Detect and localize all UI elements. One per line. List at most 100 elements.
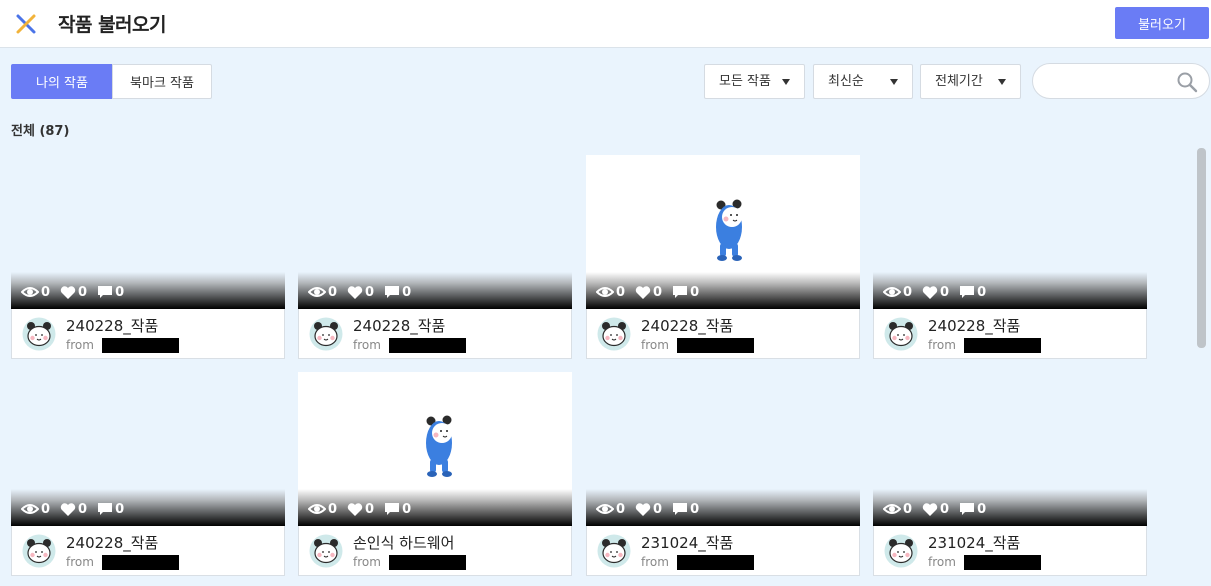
load-button[interactable]: 불러오기: [1115, 7, 1209, 39]
work-card[interactable]: 0 0 0 손인식 하드웨어 from: [298, 372, 572, 576]
redacted-author: [677, 555, 754, 570]
avatar: [309, 534, 343, 568]
comments-count: 0: [690, 284, 700, 300]
eye-icon: [308, 287, 326, 297]
caret-down-icon: [782, 79, 790, 85]
work-stats: 0 0 0: [596, 282, 709, 302]
comment-icon: [385, 503, 400, 515]
work-title: 240228_작품: [641, 317, 734, 335]
comment-icon: [98, 503, 113, 515]
work-from-label: from: [353, 338, 381, 352]
work-info: 손인식 하드웨어 from: [298, 526, 572, 576]
eye-icon: [883, 504, 901, 514]
likes-count: 0: [940, 501, 950, 517]
work-card[interactable]: 0 0 0 240228_작품 from: [11, 155, 285, 359]
work-card[interactable]: 0 0 0 240228_작품 from: [873, 155, 1147, 359]
work-title: 240228_작품: [66, 317, 159, 335]
work-title: 손인식 하드웨어: [353, 534, 455, 552]
kind-filter-dropdown[interactable]: 모든 작품: [704, 64, 805, 99]
avatar: [884, 317, 918, 351]
character-image: [425, 415, 453, 478]
heart-icon: [347, 502, 363, 516]
comments-count: 0: [402, 501, 412, 517]
redacted-author: [389, 555, 466, 570]
work-info: 240228_작품 from: [586, 309, 860, 359]
work-from-label: from: [928, 338, 956, 352]
likes-count: 0: [653, 284, 663, 300]
views-count: 0: [41, 284, 51, 300]
views-count: 0: [903, 284, 913, 300]
work-card[interactable]: 0 0 0 231024_작품 from: [873, 372, 1147, 576]
scrollbar[interactable]: [1197, 148, 1206, 348]
work-from-label: from: [66, 338, 94, 352]
comment-icon: [960, 286, 975, 298]
kind-filter-label: 모든 작품: [719, 74, 771, 89]
avatar: [597, 534, 631, 568]
comment-icon: [960, 503, 975, 515]
comments-count: 0: [402, 284, 412, 300]
views-count: 0: [903, 501, 913, 517]
period-dropdown[interactable]: 전체기간: [920, 64, 1021, 99]
work-card[interactable]: 0 0 0 240228_작품 from: [586, 155, 860, 359]
period-label: 전체기간: [935, 74, 983, 89]
work-stats: 0 0 0: [308, 499, 421, 519]
header-bar: 작품 불러오기 불러오기: [0, 0, 1211, 48]
work-title: 240228_작품: [353, 317, 446, 335]
comments-count: 0: [115, 284, 125, 300]
comments-count: 0: [977, 284, 987, 300]
heart-icon: [635, 502, 651, 516]
avatar: [22, 317, 56, 351]
work-from-label: from: [641, 338, 669, 352]
work-card[interactable]: 0 0 0 240228_작품 from: [298, 155, 572, 359]
tab-my-works[interactable]: 나의 작품: [11, 64, 113, 99]
eye-icon: [21, 287, 39, 297]
comment-icon: [673, 503, 688, 515]
work-info: 240228_작품 from: [873, 309, 1147, 359]
close-icon[interactable]: [14, 12, 38, 36]
redacted-author: [389, 338, 466, 353]
search-input[interactable]: [1047, 71, 1171, 91]
likes-count: 0: [365, 284, 375, 300]
likes-count: 0: [78, 284, 88, 300]
likes-count: 0: [653, 501, 663, 517]
avatar: [309, 317, 343, 351]
caret-down-icon: [890, 79, 898, 85]
work-card[interactable]: 0 0 0 231024_작품 from: [586, 372, 860, 576]
work-stats: 0 0 0: [883, 499, 996, 519]
comments-count: 0: [690, 501, 700, 517]
likes-count: 0: [365, 501, 375, 517]
work-card[interactable]: 0 0 0 240228_작품 from: [11, 372, 285, 576]
comment-icon: [385, 286, 400, 298]
redacted-author: [102, 338, 179, 353]
comments-count: 0: [977, 501, 987, 517]
likes-count: 0: [78, 501, 88, 517]
work-from-label: from: [353, 555, 381, 569]
work-info: 231024_작품 from: [586, 526, 860, 576]
avatar: [884, 534, 918, 568]
search-icon[interactable]: [1176, 71, 1198, 93]
sort-dropdown[interactable]: 최신순: [813, 64, 913, 99]
likes-count: 0: [940, 284, 950, 300]
work-from-label: from: [928, 555, 956, 569]
work-info: 240228_작품 from: [11, 309, 285, 359]
redacted-author: [102, 555, 179, 570]
heart-icon: [347, 285, 363, 299]
work-stats: 0 0 0: [21, 282, 134, 302]
work-title: 231024_작품: [928, 534, 1021, 552]
work-stats: 0 0 0: [21, 499, 134, 519]
heart-icon: [922, 502, 938, 516]
views-count: 0: [328, 284, 338, 300]
eye-icon: [308, 504, 326, 514]
total-count: 전체 (87): [11, 124, 70, 139]
work-title: 231024_작품: [641, 534, 734, 552]
comment-icon: [673, 286, 688, 298]
heart-icon: [60, 502, 76, 516]
tab-bookmarked-works[interactable]: 북마크 작품: [112, 64, 212, 99]
comments-count: 0: [115, 501, 125, 517]
work-info: 240228_작품 from: [11, 526, 285, 576]
eye-icon: [883, 287, 901, 297]
eye-icon: [596, 287, 614, 297]
views-count: 0: [616, 501, 626, 517]
page-title: 작품 불러오기: [58, 14, 167, 36]
eye-icon: [21, 504, 39, 514]
